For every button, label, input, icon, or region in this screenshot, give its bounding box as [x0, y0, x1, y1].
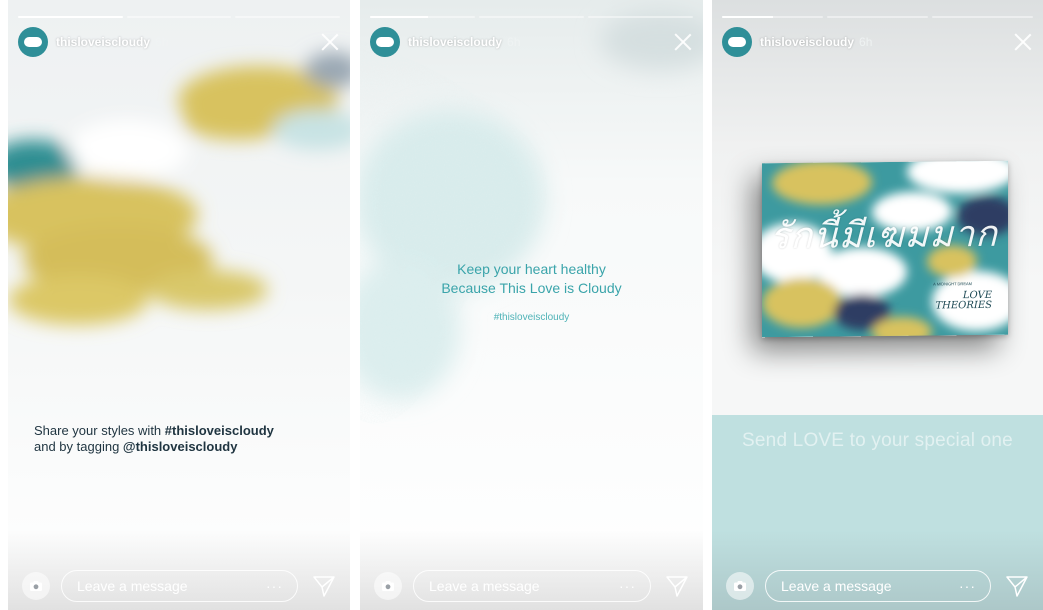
avatar[interactable]: [722, 27, 752, 57]
avatar[interactable]: [18, 27, 48, 57]
username[interactable]: thisloveiscloudy: [408, 35, 502, 49]
message-placeholder: Leave a message: [781, 578, 892, 594]
book-subtitle-line-2: THEORIES: [935, 299, 992, 312]
book-cover: รักนี้มีเฆมมาก A MIDNIGHT DREAM LOVE THE…: [762, 160, 1008, 338]
story-card-3[interactable]: รักนี้มีเฆมมาก A MIDNIGHT DREAM LOVE THE…: [712, 0, 1043, 610]
story-2-background: [360, 0, 703, 610]
progress-segment-3: [588, 16, 693, 18]
share-caption: Share your styles with #thisloveiscloudy…: [34, 423, 274, 455]
book-subtitle: LOVE THEORIES: [935, 290, 992, 312]
tag-handle[interactable]: @thisloveiscloudy: [123, 439, 238, 454]
book-tagline: A MIDNIGHT DREAM: [933, 281, 972, 287]
message-line-1: Keep your heart healthy: [457, 261, 606, 277]
message-placeholder: Leave a message: [429, 578, 540, 594]
more-options-icon[interactable]: ···: [619, 571, 636, 601]
progress-segment-1: [370, 16, 475, 18]
send-icon[interactable]: [665, 574, 689, 598]
story-footer: Leave a message ···: [8, 530, 350, 610]
book-title: รักนี้มีเฆมมาก: [770, 213, 998, 258]
progress-segment-1: [18, 16, 123, 18]
camera-icon[interactable]: [22, 572, 50, 600]
story-header: thisloveiscloudy 6h: [18, 26, 340, 58]
more-options-icon[interactable]: ···: [266, 571, 283, 601]
story-progress: [722, 16, 1033, 18]
progress-segment-3: [932, 16, 1033, 18]
story-footer: Leave a message ···: [360, 530, 703, 610]
progress-segment-2: [126, 16, 232, 18]
progress-segment-2: [479, 16, 584, 18]
post-time: 6h: [155, 35, 169, 49]
close-icon[interactable]: [320, 32, 340, 52]
camera-icon[interactable]: [374, 572, 402, 600]
story-progress: [18, 16, 341, 18]
story-progress: [370, 16, 693, 18]
message-input[interactable]: Leave a message ···: [413, 570, 651, 602]
story-card-1[interactable]: thisloveiscloudy 6h Share your styles wi…: [8, 0, 350, 610]
story-header: thisloveiscloudy 6h: [722, 26, 1033, 58]
send-icon[interactable]: [312, 574, 336, 598]
camera-icon[interactable]: [726, 572, 754, 600]
story-header: thisloveiscloudy 6h: [370, 26, 693, 58]
message-input[interactable]: Leave a message ···: [765, 570, 991, 602]
progress-segment-3: [235, 16, 341, 18]
message-placeholder: Leave a message: [77, 578, 188, 594]
close-icon[interactable]: [1013, 32, 1033, 52]
message-line-2: Because This Love is Cloudy: [441, 280, 622, 296]
story-message: Keep your heart healthy Because This Lov…: [360, 260, 703, 298]
username[interactable]: thisloveiscloudy: [56, 35, 150, 49]
more-options-icon[interactable]: ···: [959, 571, 976, 601]
story-card-2[interactable]: thisloveiscloudy 6h Keep your heart heal…: [360, 0, 703, 610]
post-time: 6h: [507, 35, 521, 49]
progress-segment-2: [827, 16, 928, 18]
story-hashtag[interactable]: #thisloveiscloudy: [360, 312, 703, 323]
story-1-background: [8, 0, 350, 610]
share-hashtag[interactable]: #thisloveiscloudy: [165, 423, 274, 438]
message-input[interactable]: Leave a message ···: [61, 570, 298, 602]
avatar[interactable]: [370, 27, 400, 57]
username[interactable]: thisloveiscloudy: [760, 35, 854, 49]
tag-prefix: and by tagging: [34, 439, 123, 454]
share-prefix: Share your styles with: [34, 423, 165, 438]
story-footer: Leave a message ···: [712, 530, 1043, 610]
post-time: 6h: [859, 35, 873, 49]
close-icon[interactable]: [673, 32, 693, 52]
story-caption: Send LOVE to your special one: [742, 430, 1013, 451]
progress-segment-1: [722, 16, 823, 18]
send-icon[interactable]: [1005, 574, 1029, 598]
